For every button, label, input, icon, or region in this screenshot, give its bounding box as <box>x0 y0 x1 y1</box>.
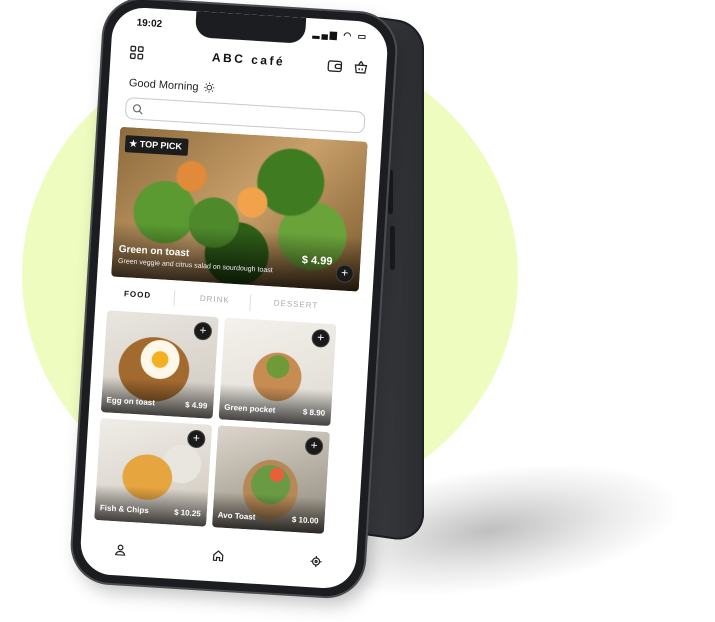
greeting-text: Good Morning <box>128 77 199 94</box>
location-icon[interactable] <box>305 551 326 572</box>
side-button <box>388 170 393 214</box>
tab-drink[interactable]: DRINK <box>200 294 230 305</box>
food-card-avo-toast[interactable]: + Avo Toast $ 10.00 <box>211 425 330 534</box>
star-icon: ★ <box>128 138 138 149</box>
greeting: Good Morning <box>128 77 215 97</box>
user-icon[interactable] <box>110 539 131 560</box>
food-card-fish-and-chips[interactable]: + Fish & Chips $ 10.25 <box>94 418 213 527</box>
food-grid: + Egg on toast $ 4.99 + Green pocket $ 8… <box>94 310 359 539</box>
search-input[interactable] <box>147 101 353 130</box>
tab-food[interactable]: FOOD <box>124 289 152 300</box>
side-button <box>390 226 395 270</box>
tab-dessert[interactable]: DESSERT <box>273 298 318 310</box>
add-button[interactable]: + <box>311 328 331 348</box>
top-pick-card[interactable]: ★ TOP PICK Green on toast Green veggie a… <box>111 126 368 292</box>
food-card-egg-on-toast[interactable]: + Egg on toast $ 4.99 <box>100 310 219 419</box>
item-price: $ 10.00 <box>291 514 319 526</box>
food-card-green-pocket[interactable]: + Green pocket $ 8.90 <box>218 317 337 427</box>
top-pick-badge: ★ TOP PICK <box>124 135 189 156</box>
badge-label: TOP PICK <box>139 138 183 152</box>
sun-icon <box>203 82 215 97</box>
basket-icon[interactable] <box>350 57 371 78</box>
item-price: $ 4.99 <box>184 400 208 411</box>
search-icon <box>132 101 144 120</box>
add-button[interactable]: + <box>186 429 206 449</box>
phone-screen: 19:02 ▂▄▆ ◠ ▭ ABC café Good Morning ★ TO… <box>78 6 390 590</box>
phone-device: 19:02 ▂▄▆ ◠ ▭ ABC café Good Morning ★ TO… <box>70 0 398 599</box>
search-bar[interactable] <box>124 97 366 134</box>
tab-divider <box>249 294 252 312</box>
tab-divider <box>173 290 176 307</box>
hero-price: $ 4.99 <box>301 254 333 268</box>
add-button[interactable]: + <box>304 436 324 456</box>
status-icons: ▂▄▆ ◠ ▭ <box>312 28 369 42</box>
item-price: $ 10.25 <box>173 507 202 519</box>
item-price: $ 8.90 <box>302 407 326 418</box>
add-button[interactable]: + <box>193 321 213 341</box>
status-time: 19:02 <box>136 17 163 31</box>
wallet-icon[interactable] <box>324 55 345 76</box>
app-header: ABC café <box>126 41 371 80</box>
home-icon[interactable] <box>208 545 229 566</box>
